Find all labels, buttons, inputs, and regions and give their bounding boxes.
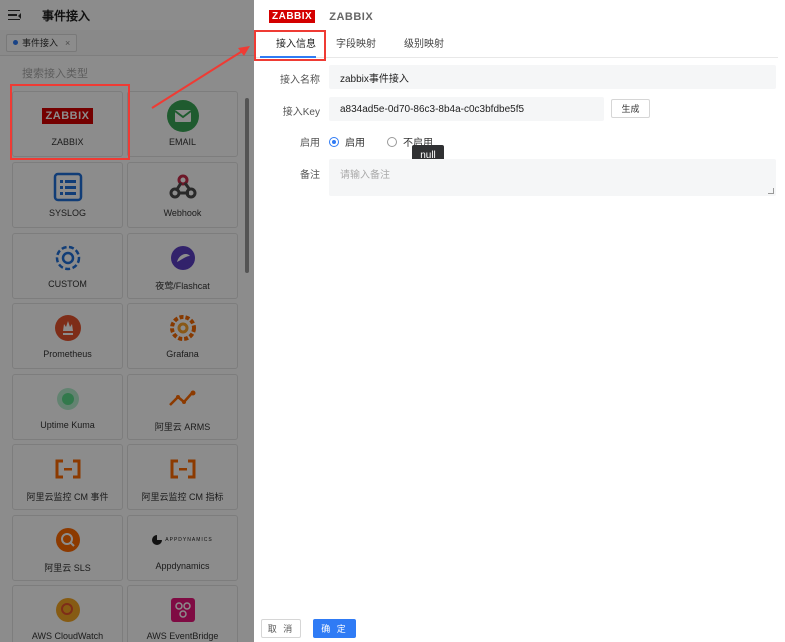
drawer-header: ZABBIX ZABBIX bbox=[254, 0, 785, 33]
resize-handle-icon[interactable] bbox=[768, 188, 774, 194]
zabbix-logo: ZABBIX bbox=[269, 10, 316, 23]
enable-radio-on[interactable]: 启用 bbox=[329, 134, 365, 149]
enable-on-label: 启用 bbox=[345, 138, 365, 149]
generate-key-button[interactable]: 生成 bbox=[611, 99, 650, 118]
cancel-button[interactable]: 取 消 bbox=[261, 619, 301, 638]
integration-list-page: 事件接入 事件接入 × 搜索接入类型 ZABBIX ZABBIX EMAIL S… bbox=[0, 0, 254, 642]
integration-name-input[interactable]: zabbix事件接入 bbox=[329, 65, 776, 89]
remark-textarea[interactable]: 请输入备注 bbox=[329, 159, 776, 196]
integration-key-input[interactable]: a834ad5e-0d70-86c3-8b4a-c0c3bfdbe5f5 bbox=[329, 97, 604, 121]
active-tab-highlight bbox=[254, 30, 326, 61]
zabbix-card-highlight bbox=[10, 84, 130, 160]
drawer-tabs: 接入信息 字段映射 级别映射 bbox=[254, 33, 778, 58]
tab-level-mapping[interactable]: 级别映射 bbox=[404, 33, 444, 57]
confirm-button[interactable]: 确 定 bbox=[313, 619, 356, 638]
remark-placeholder: 请输入备注 bbox=[340, 170, 390, 181]
key-label: 接入Key bbox=[282, 107, 320, 118]
integration-drawer: ZABBIX ZABBIX 接入信息 字段映射 级别映射 接入名称 zabbix… bbox=[254, 0, 785, 642]
name-label: 接入名称 bbox=[280, 75, 320, 86]
radio-unchecked-icon bbox=[387, 136, 397, 147]
tab-field-mapping[interactable]: 字段映射 bbox=[336, 33, 376, 57]
drawer-title: ZABBIX bbox=[329, 10, 374, 23]
enable-label: 启用 bbox=[300, 138, 320, 149]
radio-checked-icon bbox=[329, 136, 339, 147]
remark-label: 备注 bbox=[300, 170, 320, 181]
